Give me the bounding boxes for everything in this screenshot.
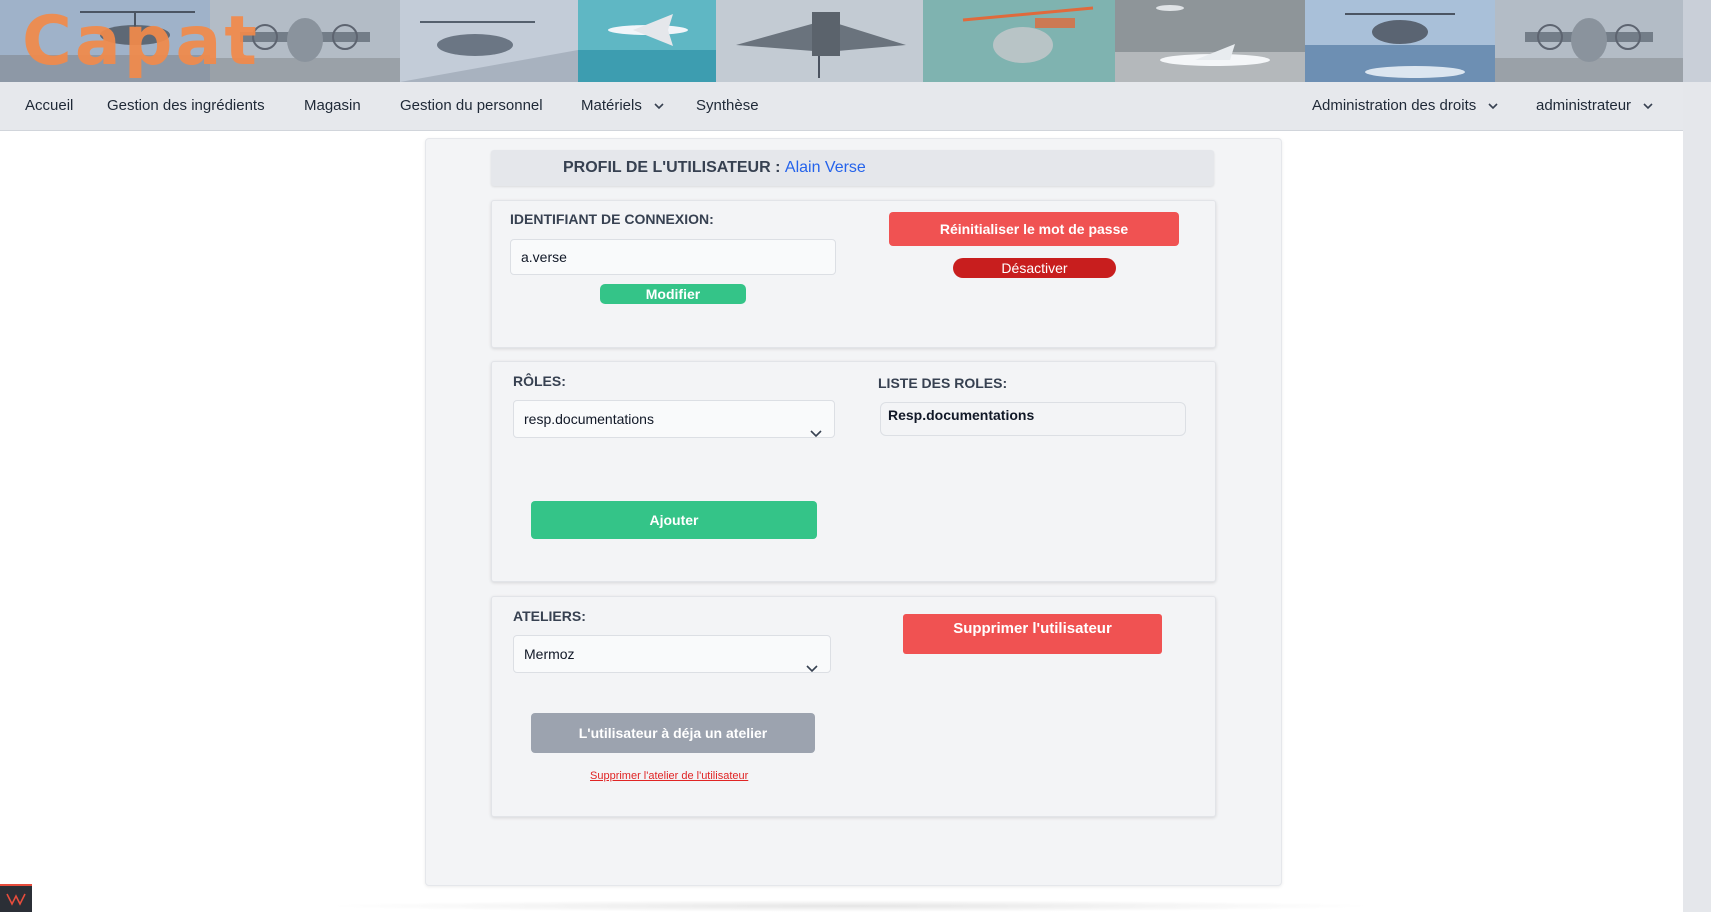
nav-administration-label: Administration des droits bbox=[1312, 97, 1477, 114]
chevron-down-icon bbox=[810, 415, 822, 451]
roles-label: RÔLES: bbox=[513, 373, 566, 389]
page-title: PROFIL DE L'UTILISATEUR : Alain Verse bbox=[563, 150, 866, 186]
list-item: Resp.documentations bbox=[888, 407, 1035, 423]
roles-select-value: resp.documentations bbox=[524, 411, 654, 427]
chevron-down-icon bbox=[806, 650, 818, 686]
app-logo[interactable]: Capat bbox=[22, 2, 260, 82]
roles-card: RÔLES: resp.documentations LISTE DES ROL… bbox=[491, 361, 1216, 582]
nav-materiels[interactable]: Matériels bbox=[581, 82, 664, 130]
add-role-button[interactable]: Ajouter bbox=[531, 501, 817, 539]
delete-user-button[interactable]: Supprimer l'utilisateur bbox=[903, 614, 1162, 654]
nav-accueil[interactable]: Accueil bbox=[25, 82, 73, 130]
debug-bar-icon[interactable] bbox=[0, 884, 32, 912]
profile-header: PROFIL DE L'UTILISATEUR : Alain Verse bbox=[491, 150, 1214, 186]
workshops-select[interactable]: Mermoz bbox=[513, 635, 831, 673]
chevron-down-icon bbox=[654, 82, 664, 130]
banner-image-helicopter-carrier bbox=[400, 0, 578, 82]
modify-login-button[interactable]: Modifier bbox=[600, 284, 746, 304]
banner-image-rescue-helicopter bbox=[923, 0, 1115, 82]
banner-image-business-jet-runway bbox=[1115, 0, 1305, 82]
nav-magasin[interactable]: Magasin bbox=[304, 82, 361, 130]
chevron-down-icon bbox=[1488, 82, 1498, 130]
banner-image-helicopter-sea bbox=[1305, 0, 1495, 82]
remove-workshop-link[interactable]: Supprimer l'atelier de l'utilisateur bbox=[590, 770, 748, 782]
user-has-workshop-button: L'utilisateur à déja un atelier bbox=[531, 713, 815, 753]
banner-image-fighter-jet bbox=[716, 0, 923, 82]
main-navbar: Accueil Gestion des ingrédients Magasin … bbox=[0, 82, 1683, 131]
nav-gestion-personnel[interactable]: Gestion du personnel bbox=[400, 82, 543, 130]
login-input[interactable]: a.verse bbox=[510, 239, 836, 275]
workshops-card: ATELIERS: Mermoz Supprimer l'utilisateur… bbox=[491, 596, 1216, 817]
user-name: Alain Verse bbox=[784, 159, 866, 176]
nav-user-menu[interactable]: administrateur bbox=[1536, 82, 1653, 130]
banner-image-business-jet-sea bbox=[578, 0, 716, 82]
workshops-label: ATELIERS: bbox=[513, 608, 586, 624]
banner-image-turboprop-2 bbox=[1495, 0, 1683, 82]
window-edge bbox=[1683, 0, 1711, 912]
header-banner: Capat bbox=[0, 0, 1683, 82]
nav-gestion-ingredients[interactable]: Gestion des ingrédients bbox=[107, 82, 265, 130]
nav-user-label: administrateur bbox=[1536, 97, 1632, 114]
chevron-down-icon bbox=[1643, 82, 1653, 130]
login-label: IDENTIFIANT DE CONNEXION: bbox=[510, 211, 714, 227]
roles-select[interactable]: resp.documentations bbox=[513, 400, 835, 438]
footer-shadow bbox=[320, 900, 1380, 912]
page-title-label: PROFIL DE L'UTILISATEUR : bbox=[563, 159, 781, 176]
deactivate-button[interactable]: Désactiver bbox=[953, 258, 1116, 278]
reset-password-button[interactable]: Réinitialiser le mot de passe bbox=[889, 212, 1179, 246]
workshops-select-value: Mermoz bbox=[524, 646, 575, 662]
nav-administration-droits[interactable]: Administration des droits bbox=[1312, 82, 1498, 130]
roles-list-label: LISTE DES ROLES: bbox=[878, 375, 1008, 391]
roles-list: Resp.documentations bbox=[880, 402, 1186, 436]
login-card: IDENTIFIANT DE CONNEXION: a.verse Modifi… bbox=[491, 200, 1216, 348]
nav-materiels-label: Matériels bbox=[581, 97, 642, 114]
nav-synthese[interactable]: Synthèse bbox=[696, 82, 759, 130]
